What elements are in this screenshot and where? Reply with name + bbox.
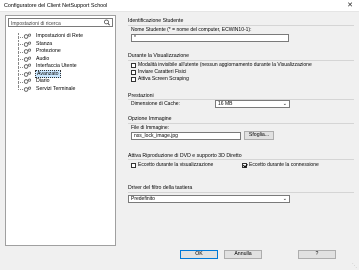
keyboard-filter-value: Predefinito (131, 196, 155, 202)
close-icon[interactable]: ✕ (341, 0, 359, 12)
except-connection-option[interactable]: Eccetto durante la connessione (242, 162, 319, 168)
settings-tree: Impostazioni di Rete Stanza Protezione A… (10, 33, 114, 93)
divider (128, 60, 354, 61)
tree-item-audio[interactable]: Audio (10, 55, 114, 63)
gear-icon (23, 86, 32, 92)
cache-size-select[interactable]: 16 MB ⌄ (215, 100, 290, 108)
dialog-body: Impostazioni di ricerca Impostazioni di … (0, 12, 359, 270)
divider (128, 159, 354, 160)
gear-icon (23, 78, 32, 84)
cache-size-label: Dimensione di Cache: (131, 101, 180, 107)
divider (128, 192, 354, 193)
except-viewing-option[interactable]: Eccetto durante la visualizzazione (131, 162, 213, 168)
tree-item-label: Diario (36, 78, 50, 84)
tree-item-user-interface[interactable]: Interfaccia Utente (10, 63, 114, 71)
student-name-input[interactable]: * (131, 34, 289, 42)
student-name-label: Nome Studente (* = nome del computer, EC… (131, 27, 252, 33)
chevron-down-icon: ⌄ (282, 196, 287, 202)
divider (128, 25, 354, 26)
settings-tree-pane: Impostazioni di ricerca Impostazioni di … (5, 15, 116, 246)
search-icon[interactable] (103, 19, 111, 26)
gear-icon (23, 56, 32, 62)
tree-item-security[interactable]: Protezione (10, 48, 114, 56)
gear-icon (23, 41, 32, 47)
physical-chars-checkbox[interactable] (131, 69, 136, 75)
physical-chars-label: Inviare Caratteri Fisici (138, 69, 187, 75)
keyboard-filter-select[interactable]: Predefinito ⌄ (128, 195, 290, 203)
tree-item-journal[interactable]: Diario (10, 78, 114, 86)
tree-item-label: Stanza (36, 40, 53, 47)
gear-icon (23, 33, 32, 39)
gear-icon (23, 71, 32, 77)
gear-icon (23, 63, 32, 69)
screen-scraping-label: Attiva Screen Scraping (138, 76, 189, 82)
search-placeholder: Impostazioni di ricerca (11, 20, 61, 27)
tree-item-label: Avanzato (35, 69, 61, 78)
invisible-mode-checkbox[interactable] (131, 62, 136, 68)
image-option-title: Opzione Immagine (128, 116, 172, 122)
student-id-title: Identificazione Studente (128, 18, 184, 24)
gear-icon (23, 48, 32, 54)
except-connection-label: Eccetto durante la connessione (249, 162, 319, 168)
browse-button[interactable]: Sfoglia... (244, 131, 274, 140)
resize-grip-icon[interactable]: ⋱ (352, 263, 358, 269)
tree-item-room[interactable]: Stanza (10, 40, 114, 48)
chevron-down-icon: ⌄ (282, 101, 287, 107)
except-connection-checkbox[interactable] (242, 162, 247, 168)
image-file-label: File di Immagine: (131, 125, 170, 131)
ok-button[interactable]: OK (180, 250, 218, 259)
except-viewing-checkbox[interactable] (131, 162, 136, 168)
tree-item-label: Audio (36, 55, 50, 62)
tree-item-network[interactable]: Impostazioni di Rete (10, 33, 114, 41)
divider (128, 123, 354, 124)
help-button[interactable]: ? (298, 250, 336, 259)
keyboard-filter-title: Driver del filtro della tastiera (128, 185, 193, 191)
cache-size-value: 16 MB (218, 101, 233, 107)
physical-chars-option[interactable]: Inviare Caratteri Fisici (131, 69, 186, 75)
tree-item-terminal-services[interactable]: Servizi Terminale (10, 85, 114, 94)
screen-scraping-checkbox[interactable] (131, 76, 136, 82)
window-title: Configuratore del Client NetSupport Scho… (4, 3, 108, 9)
except-viewing-label: Eccetto durante la visualizzazione (138, 162, 214, 168)
tree-item-label: Protezione (36, 48, 61, 54)
search-input[interactable]: Impostazioni di ricerca (8, 18, 113, 27)
tree-item-advanced[interactable]: Avanzato (10, 69, 114, 78)
screen-scraping-option[interactable]: Attiva Screen Scraping (131, 76, 189, 82)
tree-item-label: Interfaccia Utente (36, 63, 77, 69)
invisible-mode-option[interactable]: Modalità invisibile all'utente (nessun a… (131, 62, 312, 68)
cancel-button[interactable]: Annulla (224, 250, 262, 259)
image-file-input[interactable]: nss_lock_image.jpg (131, 132, 241, 140)
display-title: Durante la Visualizzazione (128, 53, 190, 59)
tree-item-label: Servizi Terminale (36, 85, 76, 92)
tree-item-label: Impostazioni di Rete (36, 33, 83, 39)
title-bar: Configuratore del Client NetSupport Scho… (0, 0, 359, 12)
invisible-mode-label: Modalità invisibile all'utente (nessun a… (138, 62, 312, 68)
